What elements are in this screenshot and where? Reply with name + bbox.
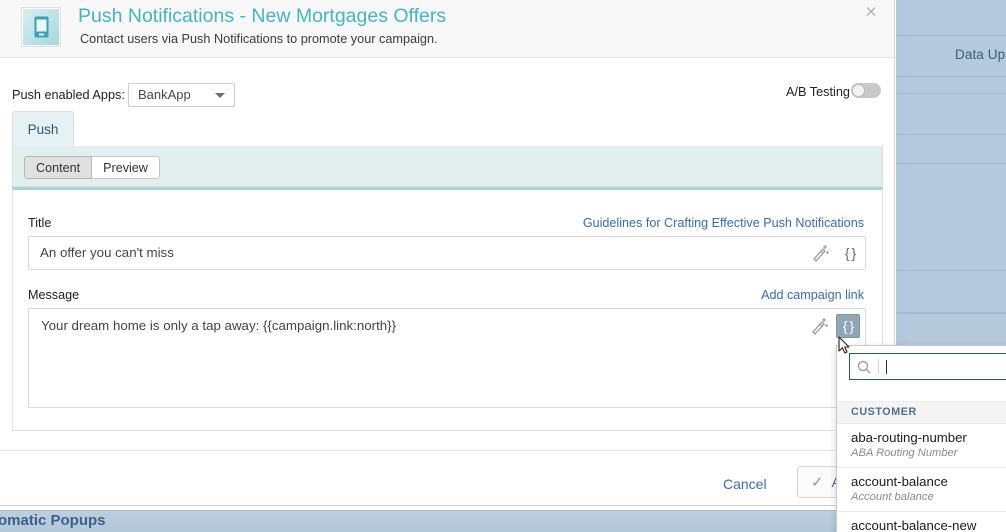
attribute-list: aba-routing-number ABA Routing Number ac… <box>837 424 1006 532</box>
background-divider <box>896 163 1006 164</box>
message-personalization-button[interactable]: { } <box>836 314 860 338</box>
page-title: Push Notifications - New Mortgages Offer… <box>78 5 447 27</box>
attribute-description: Account balance <box>851 491 934 503</box>
content-preview-segmented-control: Content Preview <box>24 156 160 179</box>
ab-testing-toggle[interactable] <box>851 83 881 98</box>
title-input-value: An offer you can't miss <box>40 245 174 260</box>
magic-wand-icon[interactable] <box>809 316 829 336</box>
background-divider <box>896 270 1006 271</box>
list-item[interactable]: aba-routing-number ABA Routing Number <box>837 424 1006 468</box>
ab-testing-label: A/B Testing <box>786 85 850 99</box>
attribute-dropdown: CUSTOMER aba-routing-number ABA Routing … <box>836 345 1006 532</box>
title-personalization-button[interactable]: { } <box>838 241 862 265</box>
background-divider <box>896 134 1006 135</box>
page-subtitle: Contact users via Push Notifications to … <box>80 32 438 46</box>
attribute-group-header: CUSTOMER <box>837 401 1006 424</box>
background-divider <box>896 35 1006 36</box>
title-label: Title <box>28 216 52 230</box>
attribute-name: account-balance-new <box>851 518 977 532</box>
cancel-button[interactable]: Cancel <box>723 476 767 492</box>
tab-preview[interactable]: Preview <box>92 156 160 179</box>
tab-panel: Content Preview <box>12 146 883 187</box>
background-divider-strong <box>896 312 1006 314</box>
tab-content[interactable]: Content <box>24 156 93 179</box>
attribute-search-input[interactable] <box>849 353 1006 380</box>
push-enabled-apps-select[interactable]: BankApp <box>128 83 235 107</box>
message-input[interactable]: Your dream home is only a tap away: {{ca… <box>28 308 866 408</box>
background-divider <box>896 76 1006 77</box>
push-enabled-apps-value: BankApp <box>138 87 191 102</box>
attribute-name: aba-routing-number <box>851 430 967 445</box>
tab-push-label: Push <box>27 121 59 137</box>
push-enabled-apps-label: Push enabled Apps: <box>12 88 125 102</box>
attribute-name: account-balance <box>851 474 948 489</box>
attribute-description: ABA Routing Number <box>851 447 958 459</box>
background-bottom-label: omatic Popups <box>0 512 106 529</box>
tab-preview-label: Preview <box>103 160 148 175</box>
message-input-value: Your dream home is only a tap away: {{ca… <box>41 318 397 333</box>
tab-bar: Push <box>12 111 883 146</box>
footer-separator <box>0 450 894 451</box>
chevron-down-icon <box>215 93 225 98</box>
check-icon: ✓ <box>811 474 824 491</box>
title-input[interactable]: An offer you can't miss <box>28 236 866 270</box>
magic-wand-icon[interactable] <box>810 243 830 263</box>
add-campaign-link[interactable]: Add campaign link <box>761 288 864 302</box>
list-item[interactable]: account-balance-new Account Balance New <box>837 512 1006 532</box>
guidelines-link[interactable]: Guidelines for Crafting Effective Push N… <box>583 216 864 230</box>
background-divider <box>896 93 1006 94</box>
push-notification-modal: Push Notifications - New Mortgages Offer… <box>0 0 895 506</box>
modal-header: Push Notifications - New Mortgages Offer… <box>0 0 894 58</box>
text-cursor <box>886 359 887 374</box>
tab-push[interactable]: Push <box>12 111 74 146</box>
search-divider <box>878 359 879 374</box>
message-label: Message <box>28 288 80 302</box>
mobile-phone-icon <box>22 8 60 46</box>
list-item[interactable]: account-balance Account balance <box>837 468 1006 512</box>
toggle-knob <box>852 84 865 97</box>
attribute-group-label: CUSTOMER <box>851 406 917 418</box>
screen-root: Data Up omatic Popups Push Notifications… <box>0 0 1006 532</box>
background-data-update-label: Data Up <box>955 47 1006 62</box>
tab-content-label: Content <box>36 160 81 175</box>
search-icon <box>857 360 871 374</box>
close-icon[interactable]: × <box>860 3 882 25</box>
